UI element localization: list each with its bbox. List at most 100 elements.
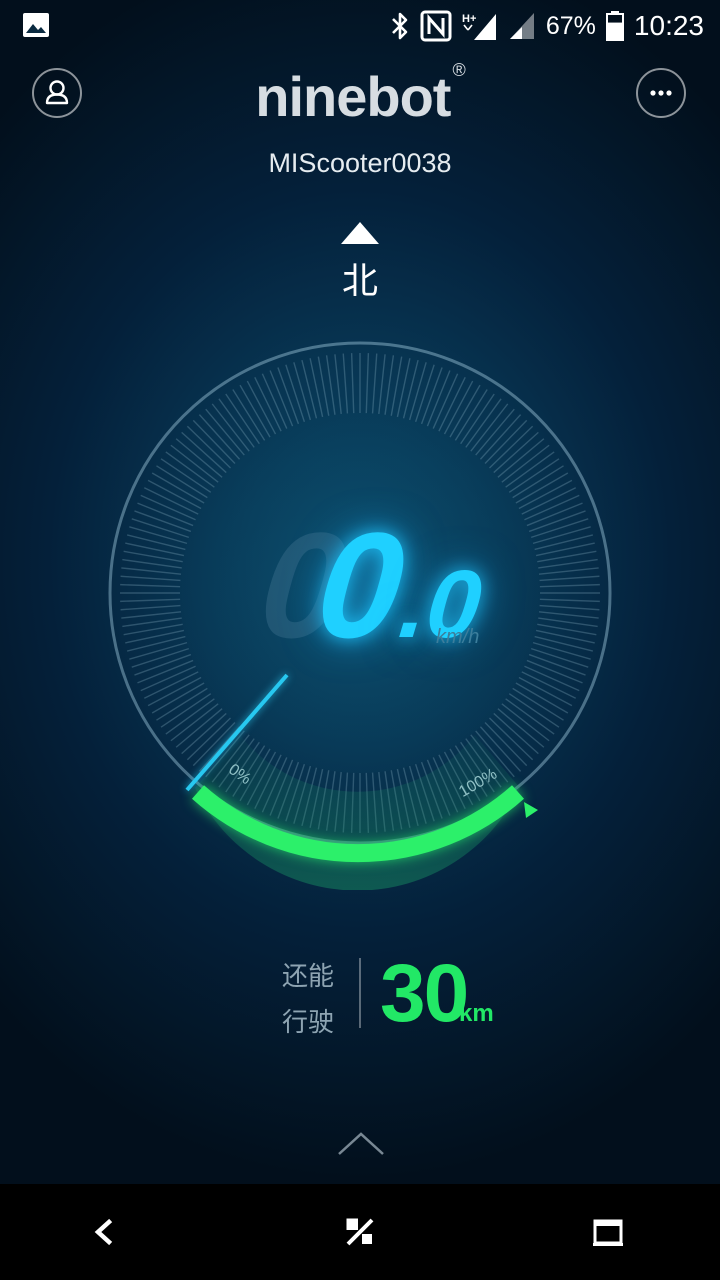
logo-text: ninebot xyxy=(255,65,451,128)
gauge-tick xyxy=(246,380,277,435)
gauge-tick xyxy=(497,708,545,748)
chevron-up-icon[interactable] xyxy=(336,1128,386,1158)
gauge-tick xyxy=(232,389,266,441)
gauge-tick xyxy=(484,419,528,465)
gauge-tick xyxy=(225,393,260,445)
gauge-tick xyxy=(501,703,550,742)
gauge-tick xyxy=(151,682,205,714)
more-icon xyxy=(650,90,672,96)
gauge-tick xyxy=(402,359,419,419)
gauge-tick xyxy=(512,465,564,499)
gauge-tick xyxy=(475,408,515,456)
speed-unit: km/h xyxy=(436,626,480,648)
gauge-tick xyxy=(378,354,386,415)
gauge-tick xyxy=(198,414,241,460)
status-bar: H+ 67% 10:23 xyxy=(0,0,720,52)
gauge-tick xyxy=(293,362,312,421)
battery-percent: 67% xyxy=(545,11,596,40)
nfc-icon xyxy=(420,10,452,42)
gauge-tick xyxy=(186,717,232,761)
gauge-tick xyxy=(465,398,502,448)
gauge-tick xyxy=(501,444,550,483)
recents-icon[interactable] xyxy=(580,1204,636,1260)
gauge-tick xyxy=(449,384,481,438)
gauge-tick xyxy=(301,359,318,419)
signal-hplus-icon: H+ xyxy=(462,13,496,40)
gauge-tick xyxy=(505,451,555,488)
app-logo: ninebot ® xyxy=(0,60,720,129)
image-icon xyxy=(23,13,49,37)
gauge-tick xyxy=(460,393,495,445)
gauge-tick xyxy=(508,458,560,493)
gauge-tick xyxy=(470,403,509,452)
gauge-tick xyxy=(350,353,355,414)
battery-end-marker xyxy=(524,802,538,818)
gauge-tick xyxy=(205,408,245,456)
gauge-tick xyxy=(147,676,202,707)
speed-value: 0.0 xyxy=(309,501,490,680)
gauge-tick xyxy=(165,698,215,735)
gauge-tick xyxy=(156,465,208,499)
battery-icon xyxy=(605,11,624,41)
gauge-tick xyxy=(192,419,236,465)
gauge-tick xyxy=(170,444,219,483)
gauge-tick xyxy=(147,479,202,510)
status-icons: H+ 67% 10:23 xyxy=(390,6,704,46)
gauge-tick xyxy=(512,687,564,721)
gauge-tick xyxy=(515,682,569,714)
gauge-tick xyxy=(211,403,250,452)
logo-registered-mark: ® xyxy=(452,60,465,80)
app-screen: H+ 67% 10:23 ninebot ® MIScooter0038 北 0… xyxy=(0,0,720,1280)
gauge-tick xyxy=(443,380,474,435)
gauge-tick xyxy=(181,712,227,755)
back-icon[interactable] xyxy=(76,1204,132,1260)
gauge-tick xyxy=(170,703,219,742)
gauge-tick xyxy=(454,389,488,441)
gauge-tick xyxy=(493,712,539,755)
signal-icon xyxy=(509,13,534,39)
compass-direction: 北 xyxy=(341,261,378,302)
gauge-tick xyxy=(175,708,223,748)
gauge-tick xyxy=(365,353,370,414)
gauge-tick xyxy=(342,353,349,414)
gauge-tick xyxy=(505,698,555,735)
gauge-tick xyxy=(165,451,215,488)
gauge-tick xyxy=(175,438,223,478)
gauge-tick xyxy=(186,425,232,469)
gauge-tick xyxy=(479,414,522,460)
gauge-tick xyxy=(408,362,427,421)
gauge-tick xyxy=(488,717,534,761)
gauge-tick xyxy=(325,355,336,415)
gauge-tick xyxy=(151,472,205,504)
gauge-tick xyxy=(181,431,227,474)
system-nav-bar xyxy=(0,1184,720,1280)
gauge-tick xyxy=(518,479,573,510)
range-value: 30 xyxy=(380,948,469,1039)
gauge-tick xyxy=(334,354,342,415)
gauge-tick xyxy=(218,398,255,448)
svg-text:H+: H+ xyxy=(462,13,476,25)
range-label-line2: 行驶 xyxy=(282,1008,335,1038)
gauge-tick xyxy=(518,676,573,707)
range-divider xyxy=(359,958,361,1028)
compass-arrow-icon xyxy=(341,222,379,244)
more-options-button[interactable] xyxy=(636,68,686,118)
bluetooth-icon xyxy=(391,12,408,40)
device-name: MIScooter0038 xyxy=(268,148,452,178)
gauge-tick xyxy=(508,693,560,728)
clock: 10:23 xyxy=(633,10,704,41)
gauge-tick xyxy=(497,438,545,478)
gauge-tick xyxy=(156,687,208,721)
range-unit: km xyxy=(459,1000,494,1027)
gauge-tick xyxy=(384,355,395,415)
gauge-tick xyxy=(488,425,534,469)
speed-readout: 0 0.0 km/h xyxy=(0,501,720,669)
home-icon[interactable] xyxy=(332,1204,388,1260)
gauge-tick xyxy=(160,693,212,728)
gauge-tick xyxy=(493,431,539,474)
gauge-tick xyxy=(515,472,569,504)
gauge-tick xyxy=(371,353,378,414)
gauge-tick xyxy=(239,384,271,438)
gauge-tick xyxy=(160,458,212,493)
range-label-line1: 还能 xyxy=(282,962,335,992)
